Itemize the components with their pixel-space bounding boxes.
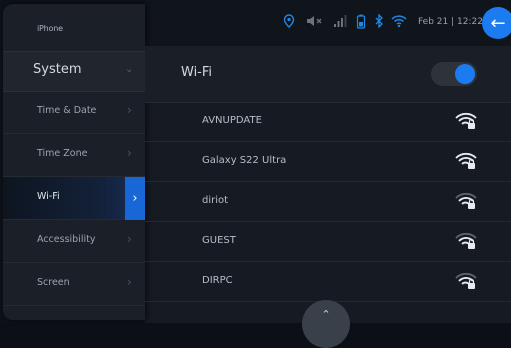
chevron-right-icon: › [127,275,132,289]
sidebar-header-label: System [33,62,82,77]
back-arrow-icon: ← [490,12,506,34]
wifi-lock-icon [455,272,477,289]
network-row[interactable]: GUEST [145,222,511,262]
wifi-lock-icon [455,152,477,169]
sidebar-item-wifi[interactable]: Wi-Fi › [3,177,145,220]
sidebar-item-label: Time & Date [37,105,97,116]
chevron-down-icon: ⌄ [125,64,134,75]
network-name: DIRPC [202,275,233,286]
device-label: iPhone [37,24,63,33]
chevron-up-icon: ⌃ [321,308,331,321]
network-row[interactable]: Galaxy S22 Ultra [145,142,511,182]
sidebar-header-system[interactable]: System ⌄ [3,51,145,92]
network-name: GUEST [202,235,236,246]
wifi-status-icon [391,14,407,31]
chevron-right-icon: › [125,177,145,220]
wifi-lock-icon [455,192,477,209]
network-name: diriot [202,195,229,206]
sidebar-item-time-date[interactable]: Time & Date › [3,91,145,134]
chevron-right-icon: › [127,232,132,246]
status-datetime: Feb 21 | 12:22 [418,17,483,27]
back-button[interactable]: ← [482,7,511,39]
sidebar: iPhone System ⌄ Time & Date › Time Zone … [3,4,145,320]
chevron-right-icon: › [127,146,132,160]
sidebar-item-time-zone[interactable]: Time Zone › [3,134,145,177]
wifi-lock-icon [455,232,477,249]
bluetooth-icon [374,13,384,31]
page-title: Wi-Fi [181,65,213,80]
wifi-lock-icon [455,112,477,129]
scroll-up-button[interactable]: ⌃ [302,300,350,348]
signal-icon [333,14,347,31]
sidebar-item-label: Wi-Fi [37,191,60,202]
location-icon [283,14,295,31]
network-row[interactable]: DIRPC [145,262,511,302]
network-name: Galaxy S22 Ultra [202,155,287,166]
toggle-knob [455,64,475,84]
network-name: AVNUPDATE [202,115,262,126]
wifi-header: Wi-Fi [145,46,511,103]
network-row[interactable]: AVNUPDATE [145,102,511,142]
sidebar-item-label: Time Zone [37,148,88,159]
sidebar-item-screen[interactable]: Screen › [3,263,145,306]
network-row[interactable]: diriot [145,182,511,222]
sidebar-item-accessibility[interactable]: Accessibility › [3,220,145,263]
sidebar-item-label: Accessibility [37,234,96,245]
wifi-toggle[interactable] [431,62,477,86]
sidebar-item-label: Screen [37,277,70,288]
chevron-right-icon: › [127,103,132,117]
battery-icon [356,14,366,32]
mute-icon [306,14,322,31]
